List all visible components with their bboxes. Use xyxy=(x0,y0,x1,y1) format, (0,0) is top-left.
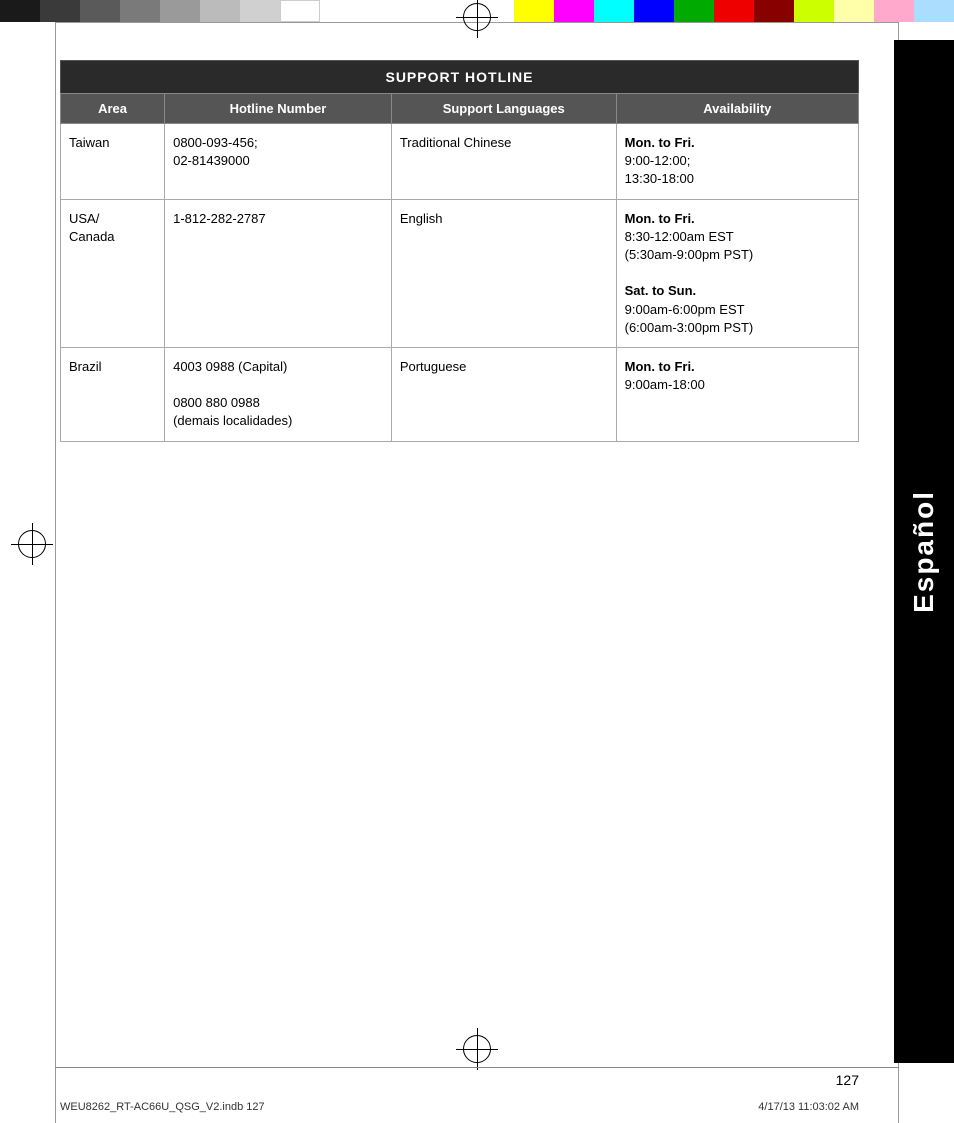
cb-swatch xyxy=(634,0,674,22)
cb-swatch xyxy=(40,0,80,22)
crosshair-top xyxy=(463,3,491,31)
footer-right: 4/17/13 11:03:02 AM xyxy=(758,1101,859,1113)
footer-left: WEU8262_RT-AC66U_QSG_V2.indb 127 xyxy=(60,1101,265,1113)
language-sidebar: Español xyxy=(894,40,954,1063)
col-header-area: Area xyxy=(61,94,165,124)
cb-swatch xyxy=(714,0,754,22)
support-hotline-table: SUPPORT HOTLINE Area Hotline Number Supp… xyxy=(60,60,859,442)
sidebar-language-label: Español xyxy=(908,490,940,613)
cell-area-taiwan: Taiwan xyxy=(61,124,165,200)
cb-swatch xyxy=(674,0,714,22)
cb-swatch xyxy=(554,0,594,22)
bottom-line xyxy=(55,1067,899,1068)
page-number: 127 xyxy=(836,1072,859,1088)
cell-languages-usa: English xyxy=(391,199,616,347)
crosshair-left xyxy=(18,530,46,558)
cb-swatch xyxy=(200,0,240,22)
table-title: SUPPORT HOTLINE xyxy=(61,61,859,94)
col-header-availability: Availability xyxy=(616,94,858,124)
cb-swatch xyxy=(240,0,280,22)
cb-swatch xyxy=(0,0,40,22)
cell-availability-taiwan: Mon. to Fri.9:00-12:00;13:30-18:00 xyxy=(616,124,858,200)
cell-hotline-usa: 1-812-282-2787 xyxy=(165,199,392,347)
cb-swatch xyxy=(594,0,634,22)
cb-swatch xyxy=(80,0,120,22)
cb-swatch xyxy=(794,0,834,22)
cb-swatch xyxy=(160,0,200,22)
cb-swatch xyxy=(120,0,160,22)
main-content: SUPPORT HOTLINE Area Hotline Number Supp… xyxy=(60,40,859,1063)
table-row: Taiwan 0800-093-456;02-81439000 Traditio… xyxy=(61,124,859,200)
col-header-hotline: Hotline Number xyxy=(165,94,392,124)
cb-swatch xyxy=(874,0,914,22)
cb-swatch xyxy=(280,0,320,22)
table-row: USA/Canada 1-812-282-2787 English Mon. t… xyxy=(61,199,859,347)
border-left xyxy=(55,22,56,1123)
table-row: Brazil 4003 0988 (Capital)0800 880 0988(… xyxy=(61,347,859,441)
cell-languages-taiwan: Traditional Chinese xyxy=(391,124,616,200)
cell-availability-usa: Mon. to Fri. 8:30-12:00am EST (5:30am-9:… xyxy=(616,199,858,347)
col-header-languages: Support Languages xyxy=(391,94,616,124)
cb-swatch xyxy=(754,0,794,22)
cell-availability-brazil: Mon. to Fri.9:00am-18:00 xyxy=(616,347,858,441)
cb-swatch xyxy=(514,0,554,22)
cell-area-brazil: Brazil xyxy=(61,347,165,441)
cb-swatch xyxy=(914,0,954,22)
cell-languages-brazil: Portuguese xyxy=(391,347,616,441)
cb-swatch xyxy=(834,0,874,22)
cell-hotline-taiwan: 0800-093-456;02-81439000 xyxy=(165,124,392,200)
cell-area-usa: USA/Canada xyxy=(61,199,165,347)
cell-hotline-brazil: 4003 0988 (Capital)0800 880 0988(demais … xyxy=(165,347,392,441)
